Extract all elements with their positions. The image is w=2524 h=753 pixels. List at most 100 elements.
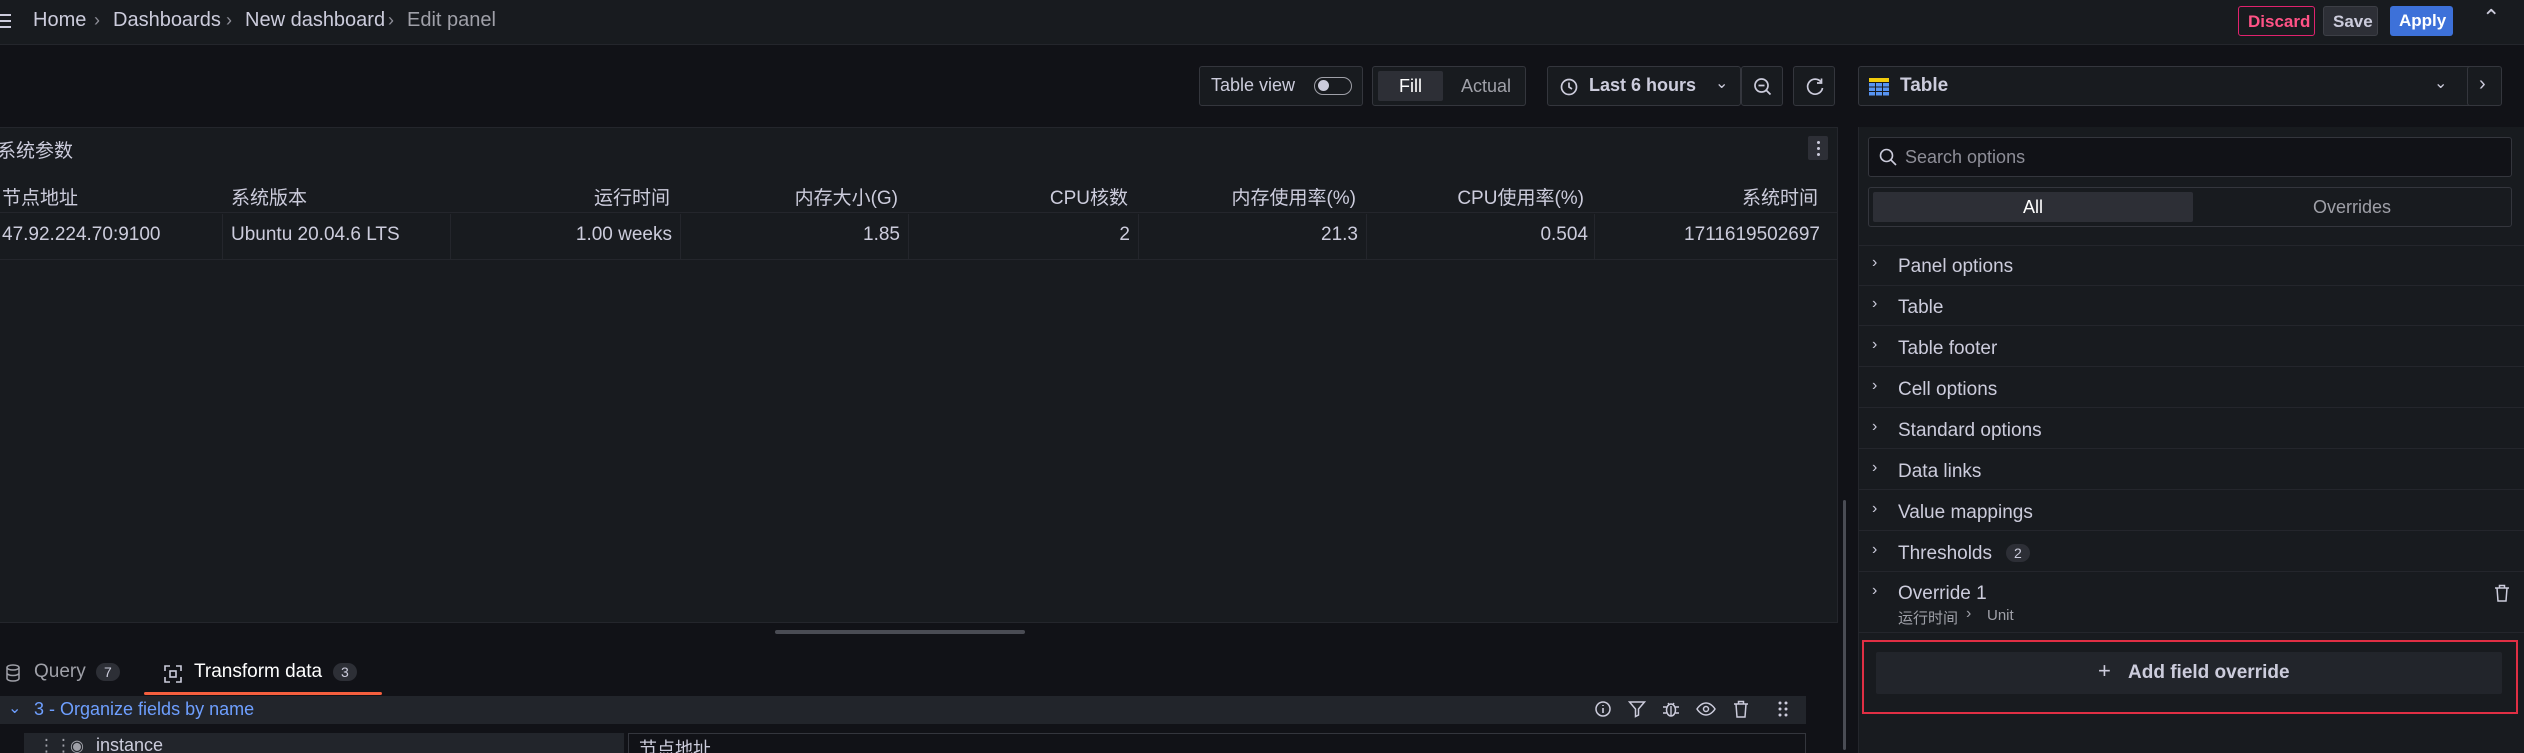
- tab-transform-data[interactable]: Transform data: [194, 661, 322, 683]
- table-view-label: Table view: [1211, 75, 1296, 95]
- eye-icon[interactable]: ◉: [70, 736, 84, 753]
- actual-option[interactable]: Actual: [1451, 71, 1521, 101]
- close-options-button[interactable]: ›: [2467, 66, 2502, 106]
- override-field: 运行时间: [1898, 610, 1959, 627]
- visualization-label: Table: [1900, 75, 1949, 96]
- trash-icon[interactable]: [1733, 700, 1749, 718]
- transform-icon: [164, 665, 182, 683]
- chevron-right-icon: ›: [1872, 336, 1878, 353]
- fill-actual-toggle[interactable]: Fill Actual: [1372, 66, 1526, 106]
- refresh-button[interactable]: [1793, 66, 1835, 106]
- switch[interactable]: [1314, 77, 1352, 95]
- chevron-right-icon: ›: [1872, 418, 1878, 435]
- section-label: Value mappings: [1898, 502, 2033, 523]
- chevron-right-icon: ›: [388, 10, 394, 30]
- breadcrumb-dashboards[interactable]: Dashboards: [113, 9, 221, 32]
- table-cell: 1711619502697: [1684, 224, 1820, 245]
- zoom-out-icon: [1754, 78, 1772, 96]
- info-icon[interactable]: [1594, 700, 1612, 718]
- search-icon: [1879, 148, 1897, 166]
- column-header[interactable]: 运行时间: [450, 183, 670, 210]
- zoom-out-button[interactable]: [1741, 66, 1783, 106]
- drag-handle-icon[interactable]: [1777, 700, 1789, 718]
- chevron-right-icon: ›: [1872, 500, 1878, 517]
- visualization-picker[interactable]: Table ⌄: [1858, 66, 2474, 106]
- chevron-right-icon: ›: [2479, 73, 2486, 95]
- add-field-override-button[interactable]: + Add field override: [1876, 652, 2502, 694]
- refresh-icon: [1806, 78, 1824, 95]
- table-cell: Ubuntu 20.04.6 LTS: [231, 224, 400, 245]
- column-divider: [222, 214, 223, 260]
- divider: [0, 212, 1838, 213]
- time-range-picker[interactable]: Last 6 hours ⌄: [1547, 66, 1741, 106]
- column-divider: [1366, 214, 1367, 260]
- trash-icon[interactable]: [2494, 584, 2510, 602]
- drag-handle-icon[interactable]: ⋮⋮: [38, 736, 72, 753]
- chevron-down-icon[interactable]: ⌄: [8, 698, 21, 718]
- section-table[interactable]: [1858, 286, 2524, 326]
- table-panel: 系统参数 节点地址 系统版本 运行时间 内存大小(G) CPU核数 内存使用率(…: [0, 127, 1838, 623]
- transformation-title[interactable]: 3 - Organize fields by name: [34, 699, 254, 720]
- transformation-header[interactable]: [0, 696, 1806, 724]
- clock-icon: [1560, 78, 1578, 96]
- chevron-up-icon[interactable]: ⌃: [2482, 5, 2500, 31]
- table-cell: 1.85: [863, 224, 900, 245]
- column-divider: [1138, 214, 1139, 260]
- field-rename-value: 节点地址: [639, 739, 711, 753]
- chevron-right-icon: ›: [1872, 254, 1878, 271]
- column-header[interactable]: 节点地址: [2, 183, 78, 210]
- table-cell: 21.3: [1321, 224, 1358, 245]
- column-header[interactable]: CPU核数: [908, 183, 1128, 210]
- panel-menu-button[interactable]: [1808, 136, 1828, 160]
- options-tabs[interactable]: All Overrides: [1868, 187, 2512, 227]
- column-divider: [680, 214, 681, 260]
- table-cell: 0.504: [1540, 224, 1588, 245]
- column-header[interactable]: 系统时间: [1594, 183, 1818, 210]
- filter-icon[interactable]: [1628, 700, 1646, 718]
- save-button[interactable]: Save: [2323, 6, 2378, 36]
- field-row[interactable]: ⋮⋮ ◉ instance: [24, 733, 624, 753]
- pane-resize-handle[interactable]: [775, 630, 1025, 634]
- fill-option[interactable]: Fill: [1378, 71, 1443, 101]
- apply-button[interactable]: Apply: [2390, 6, 2453, 36]
- tab-overrides[interactable]: Overrides: [2195, 192, 2509, 222]
- column-header[interactable]: 内存大小(G): [680, 183, 898, 210]
- search-options-input[interactable]: Search options: [1868, 137, 2512, 177]
- bug-icon[interactable]: [1662, 700, 1680, 718]
- field-rename-input[interactable]: 节点地址: [628, 733, 1806, 753]
- section-label: Data links: [1898, 461, 1982, 482]
- column-header[interactable]: CPU使用率(%): [1366, 183, 1584, 210]
- column-divider: [1594, 214, 1595, 260]
- column-header[interactable]: 系统版本: [231, 183, 307, 210]
- eye-icon[interactable]: [1696, 700, 1716, 718]
- section-label: Table footer: [1898, 338, 1998, 359]
- override-property: Unit: [1987, 607, 2014, 624]
- breadcrumb-edit-panel: Edit panel: [407, 9, 496, 31]
- chevron-right-icon: ›: [1872, 582, 1878, 599]
- time-range-label: Last 6 hours: [1589, 75, 1697, 95]
- tab-all[interactable]: All: [1873, 192, 2193, 222]
- field-name: instance: [96, 735, 164, 753]
- thresholds-count-badge: 2: [2006, 544, 2030, 562]
- section-label: Table: [1898, 297, 1944, 318]
- chevron-right-icon: ›: [94, 10, 100, 30]
- section-label: Panel options: [1898, 256, 2014, 277]
- panel-title: 系统参数: [0, 141, 74, 162]
- chevron-right-icon: ›: [1872, 295, 1878, 312]
- tab-query[interactable]: Query: [34, 661, 86, 683]
- section-label: Standard options: [1898, 420, 2042, 441]
- table-view-toggle[interactable]: Table view: [1199, 66, 1363, 106]
- chevron-down-icon: ⌄: [1715, 75, 1729, 92]
- section-label: Cell options: [1898, 379, 1998, 400]
- add-field-override-label: Add field override: [2128, 662, 2290, 683]
- table-cell: 2: [1119, 224, 1130, 245]
- transform-count-badge: 3: [333, 663, 357, 681]
- scrollbar[interactable]: [1843, 500, 1846, 750]
- breadcrumb-home[interactable]: Home: [33, 9, 86, 32]
- menu-icon[interactable]: [0, 12, 12, 32]
- discard-button[interactable]: Discard: [2238, 6, 2315, 36]
- breadcrumb-new-dashboard[interactable]: New dashboard: [245, 9, 385, 32]
- column-header[interactable]: 内存使用率(%): [1138, 183, 1356, 210]
- chevron-right-icon: ›: [1872, 459, 1878, 476]
- table-cell: 47.92.224.70:9100: [2, 224, 161, 245]
